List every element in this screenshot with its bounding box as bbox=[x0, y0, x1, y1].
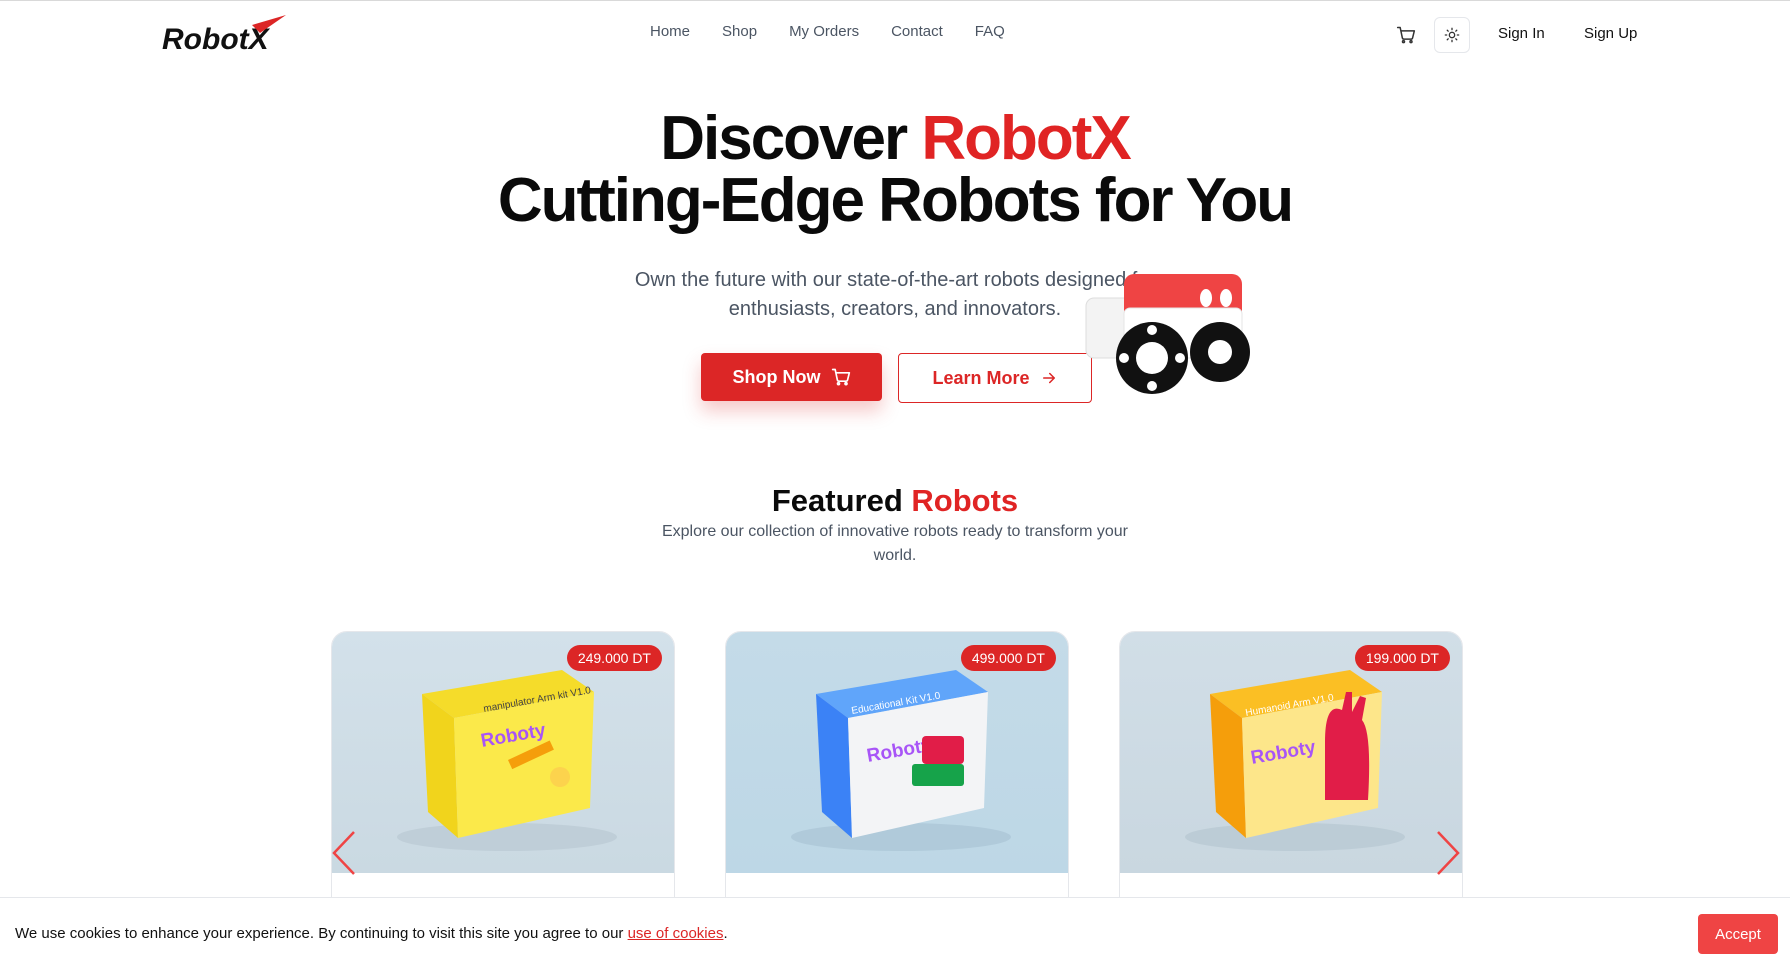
hero-robot-image bbox=[1085, 274, 1250, 394]
nav-my-orders[interactable]: My Orders bbox=[789, 23, 859, 40]
site-header: RobotX Home Shop My Orders Contact FAQ S… bbox=[0, 1, 1790, 67]
accept-cookies-button[interactable]: Accept bbox=[1698, 914, 1778, 954]
cart-icon bbox=[1396, 26, 1416, 44]
cart-icon bbox=[831, 368, 850, 386]
carousel-next-arrow-icon[interactable] bbox=[1434, 830, 1462, 876]
learn-more-button[interactable]: Learn More bbox=[898, 353, 1092, 403]
hero-title: Discover RobotX Cutting-Edge Robots for … bbox=[0, 108, 1790, 232]
nav-contact[interactable]: Contact bbox=[891, 23, 943, 40]
featured-subtitle: Explore our collection of innovative rob… bbox=[661, 523, 1128, 564]
nav-faq[interactable]: FAQ bbox=[975, 23, 1005, 40]
nav-home[interactable]: Home bbox=[650, 23, 690, 40]
cookie-text: We use cookies to enhance your experienc… bbox=[15, 925, 628, 942]
nav-shop[interactable]: Shop bbox=[722, 23, 757, 40]
shop-now-button[interactable]: Shop Now bbox=[701, 353, 882, 401]
product-card[interactable]: Roboty manipulator Arm kit V1.0 249.000 … bbox=[331, 631, 675, 931]
logo-text: RobotX bbox=[162, 23, 271, 56]
cookie-message: We use cookies to enhance your experienc… bbox=[15, 925, 728, 942]
robotx-logo[interactable]: RobotX bbox=[160, 11, 290, 57]
featured-title: Featured Robots bbox=[0, 483, 1790, 519]
arrow-right-icon bbox=[1042, 372, 1055, 384]
cookie-suffix: . bbox=[723, 925, 728, 942]
sign-up-link[interactable]: Sign Up bbox=[1584, 25, 1637, 42]
learn-more-label: Learn More bbox=[932, 367, 1030, 388]
hero-title-accent: RobotX bbox=[921, 104, 1131, 173]
sign-in-link[interactable]: Sign In bbox=[1498, 25, 1545, 42]
featured-title-prefix: Featured bbox=[771, 483, 912, 518]
hero-title-line2: Cutting-Edge Robots for You bbox=[497, 166, 1294, 235]
featured-title-accent: Robots bbox=[911, 483, 1019, 518]
price-badge: 199.000 DT bbox=[1354, 645, 1450, 671]
price-badge: 249.000 DT bbox=[566, 645, 662, 671]
sun-icon bbox=[1444, 27, 1460, 43]
cart-button[interactable] bbox=[1392, 21, 1420, 49]
cookie-banner: We use cookies to enhance your experienc… bbox=[0, 897, 1790, 969]
theme-toggle-button[interactable] bbox=[1434, 17, 1470, 53]
main-nav: Home Shop My Orders Contact FAQ bbox=[650, 23, 1005, 40]
shop-now-label: Shop Now bbox=[732, 366, 821, 387]
cookie-policy-link[interactable]: use of cookies bbox=[628, 925, 724, 942]
product-card[interactable]: Humanoid Arm V1.0 Roboty 199.000 DT bbox=[1119, 631, 1463, 931]
hero-title-prefix: Discover bbox=[660, 104, 922, 173]
carousel-prev-arrow-icon[interactable] bbox=[330, 830, 358, 876]
product-card[interactable]: Educational Kit V1.0 Roboty 499.000 DT bbox=[725, 631, 1069, 931]
price-badge: 499.000 DT bbox=[960, 645, 1056, 671]
